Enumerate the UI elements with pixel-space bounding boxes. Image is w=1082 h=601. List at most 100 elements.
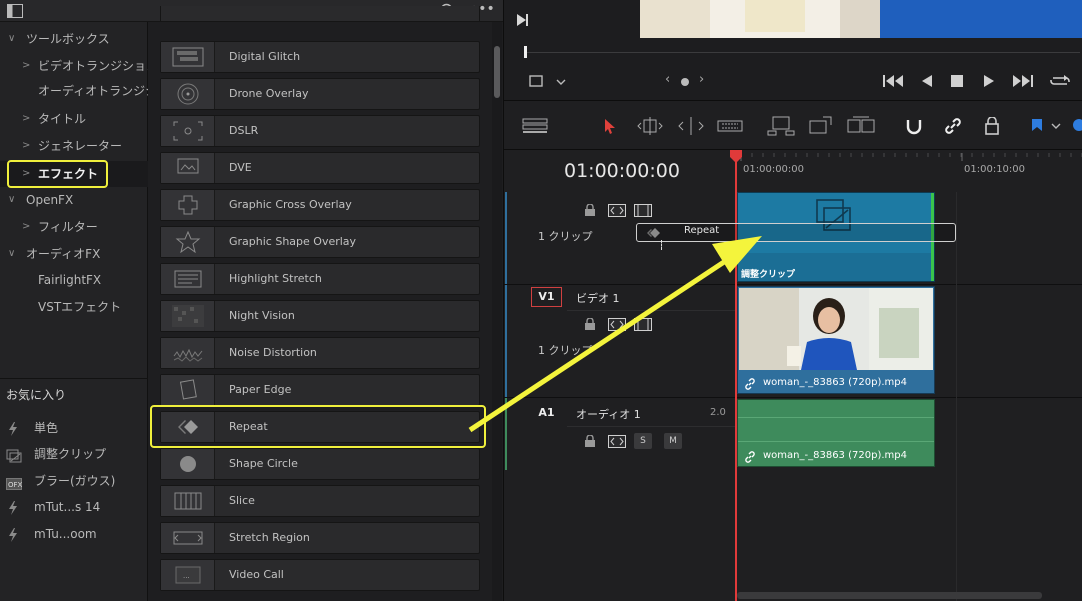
crop-frame-icon[interactable]	[528, 74, 544, 88]
audio-waveform-line	[738, 441, 934, 442]
favorite-item-label: mTut...s 14	[34, 500, 101, 514]
viewer-image	[640, 0, 1082, 38]
position-lock-icon[interactable]	[984, 117, 1000, 135]
chevron-down-icon[interactable]	[556, 77, 566, 87]
playhead-marker[interactable]	[729, 150, 743, 164]
effect-item[interactable]: Highlight Stretch	[160, 263, 480, 295]
lock-icon[interactable]	[584, 318, 596, 331]
effect-item[interactable]: Graphic Cross Overlay	[160, 189, 480, 221]
track-id-a1[interactable]: A1	[531, 404, 562, 422]
effect-thumbnail-icon	[161, 227, 215, 257]
selection-tool-icon[interactable]	[604, 118, 616, 134]
effect-item-label: DSLR	[229, 124, 259, 137]
tree-item[interactable]: オーディオトランジシ…	[0, 78, 148, 104]
effect-item[interactable]: Stretch Region	[160, 522, 480, 554]
chevron-down-icon[interactable]: ∨	[8, 241, 18, 267]
highlight-box-effects	[7, 160, 108, 188]
track-id-v1[interactable]: V1	[531, 287, 562, 307]
tree-item[interactable]: ∨ OpenFX	[0, 187, 148, 213]
tree-item[interactable]: FairlightFX	[0, 267, 148, 293]
effect-item[interactable]: Night Vision	[160, 300, 480, 332]
effect-item[interactable]: Paper Edge	[160, 374, 480, 406]
marker-icon[interactable]	[1073, 119, 1082, 131]
tree-item-label: ツールボックス	[26, 32, 110, 46]
effect-item[interactable]: Digital Glitch	[160, 41, 480, 73]
chevron-down-icon[interactable]: ∨	[8, 26, 18, 52]
play-reverse-icon[interactable]	[921, 74, 933, 88]
audio-clip[interactable]: woman_-_83863 (720p).mp4	[737, 399, 935, 467]
effect-item[interactable]: Noise Distortion	[160, 337, 480, 369]
auto-select-icon[interactable]	[608, 318, 626, 331]
blade-tool-icon[interactable]	[717, 117, 743, 135]
effect-item-partial[interactable]	[160, 6, 480, 22]
effect-item[interactable]: Shape Circle	[160, 448, 480, 480]
chevron-down-icon[interactable]	[1051, 121, 1061, 131]
effect-thumbnail-icon	[161, 42, 215, 72]
chevron-right-icon[interactable]: >	[22, 214, 32, 240]
video-clip[interactable]: woman_-_83863 (720p).mp4	[737, 286, 935, 394]
effect-item[interactable]: Drone Overlay	[160, 78, 480, 110]
auto-select-icon[interactable]	[608, 204, 626, 217]
go-to-end-icon[interactable]	[1011, 74, 1033, 88]
effects-scrollbar-track[interactable]	[492, 22, 502, 601]
snapping-icon[interactable]	[905, 117, 923, 135]
effect-item[interactable]: Graphic Shape Overlay	[160, 226, 480, 258]
track-name[interactable]: オーディオ 1	[576, 406, 641, 422]
flag-icon[interactable]	[1031, 118, 1043, 134]
loop-icon[interactable]	[1049, 73, 1071, 89]
replace-clip-icon[interactable]	[847, 116, 877, 136]
favorite-item-label: mTu...oom	[34, 527, 97, 541]
favorite-item[interactable]: 調整クリップ	[0, 441, 148, 467]
dynamic-trim-icon[interactable]	[678, 117, 704, 135]
stop-icon[interactable]	[950, 74, 964, 88]
timeline-ruler[interactable]: 01:00:00:00 01:00:10:00	[737, 151, 1082, 191]
play-toggle-icon[interactable]	[515, 13, 529, 27]
clip-nav-next-icon[interactable]: ›	[699, 72, 704, 87]
tree-item[interactable]: > タイトル	[0, 106, 148, 132]
effect-item[interactable]: Slice	[160, 485, 480, 517]
mute-button[interactable]: M	[664, 433, 682, 449]
favorite-item[interactable]: mTu...oom	[0, 521, 148, 547]
play-icon[interactable]	[983, 74, 995, 88]
auto-select-icon[interactable]	[608, 435, 626, 448]
chevron-right-icon[interactable]: >	[22, 133, 32, 159]
tree-item[interactable]: > ビデオトランジション	[0, 53, 148, 79]
filmstrip-icon[interactable]	[634, 204, 652, 217]
panel-toggle-icon[interactable]	[7, 4, 23, 18]
lock-icon[interactable]	[584, 204, 596, 217]
tree-item[interactable]: ∨ ツールボックス	[0, 26, 148, 52]
link-icon[interactable]	[944, 117, 962, 135]
filmstrip-icon[interactable]	[634, 318, 652, 331]
tree-item-label: タイトル	[38, 112, 87, 126]
tree-item[interactable]: > ジェネレーター	[0, 133, 148, 159]
tree-item[interactable]: VSTエフェクト	[0, 294, 148, 320]
favorite-item[interactable]: mTut...s 14	[0, 494, 148, 520]
scrubber-handle[interactable]	[524, 46, 527, 58]
chevron-down-icon[interactable]: ∨	[8, 187, 18, 213]
tree-item[interactable]: ∨ オーディオFX	[0, 241, 148, 267]
favorite-item[interactable]: 単色	[0, 415, 148, 441]
effect-item-label: Slice	[229, 494, 255, 507]
go-to-start-icon[interactable]	[883, 74, 905, 88]
tree-item[interactable]: > フィルター	[0, 214, 148, 240]
clip-nav-prev-icon[interactable]: ‹	[665, 72, 670, 87]
effect-item[interactable]: DSLR	[160, 115, 480, 147]
insert-clip-icon[interactable]	[767, 116, 795, 136]
solo-button[interactable]: S	[634, 433, 652, 449]
effect-item[interactable]: ... Video Call	[160, 559, 480, 591]
timeline-view-options-icon[interactable]	[522, 118, 548, 134]
lock-icon[interactable]	[584, 435, 596, 448]
trim-tool-icon[interactable]	[637, 117, 663, 135]
effect-item-label: Stretch Region	[229, 531, 310, 544]
overwrite-clip-icon[interactable]	[809, 116, 835, 136]
chevron-right-icon[interactable]: >	[22, 53, 32, 79]
horizontal-scrollbar[interactable]	[737, 592, 1042, 599]
clip-nav-dot-icon[interactable]	[681, 78, 689, 86]
scrubber-bar[interactable]	[524, 52, 1080, 53]
track-name[interactable]: ビデオ 1	[576, 290, 620, 306]
effect-item[interactable]: DVE	[160, 152, 480, 184]
clip-filename: woman_-_83863 (720p).mp4	[763, 377, 907, 388]
chevron-right-icon[interactable]: >	[22, 106, 32, 132]
favorite-item[interactable]: OFX ブラー(ガウス)	[0, 468, 148, 494]
effects-scrollbar-thumb[interactable]	[494, 46, 500, 98]
